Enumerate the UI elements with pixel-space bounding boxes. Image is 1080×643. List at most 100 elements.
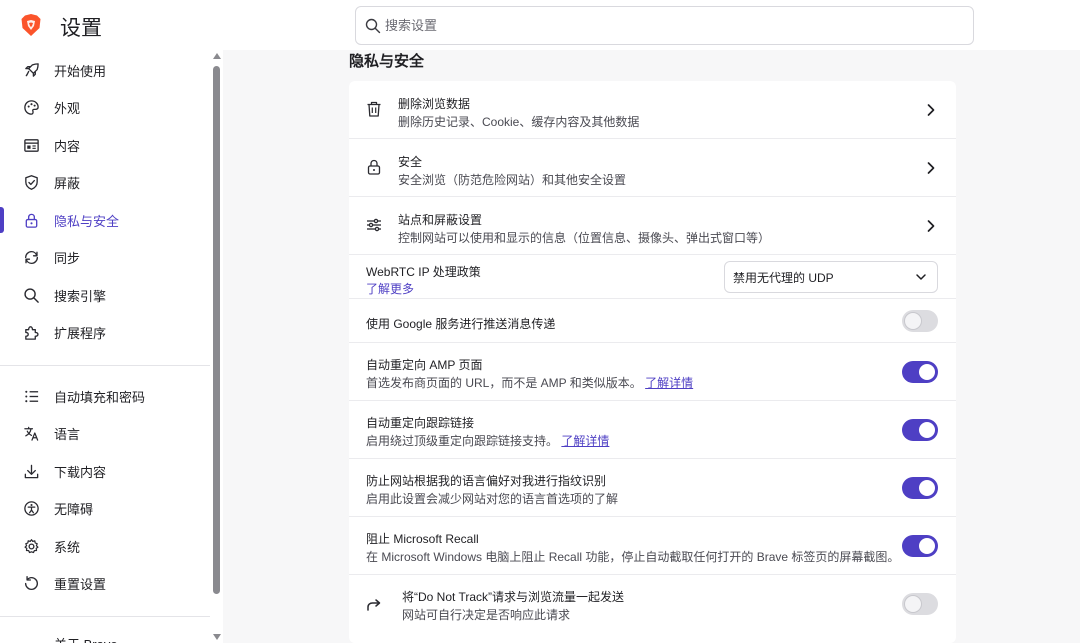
toggle-knob	[919, 364, 935, 380]
clear-browsing-data-row[interactable]: 删除浏览数据 删除历史记录、Cookie、缓存内容及其他数据	[349, 81, 956, 139]
webrtc-policy-select[interactable]: 禁用无代理的 UDP	[724, 261, 938, 293]
sidebar-scrollbar[interactable]	[210, 50, 223, 643]
row-title: 安全	[398, 155, 423, 169]
sidebar-item-label: 自动填充和密码	[54, 389, 146, 405]
toggle-knob	[919, 422, 935, 438]
sync-icon	[22, 248, 40, 266]
toggle-knob	[905, 596, 921, 612]
row-subtitle: 控制网站可以使用和显示的信息（位置信息、摄像头、弹出式窗口等）	[398, 231, 771, 245]
row-subtitle: 删除历史记录、Cookie、缓存内容及其他数据	[398, 115, 640, 129]
app-title: 设置	[60, 17, 102, 40]
do-not-track-row: 将“Do Not Track”请求与浏览流量一起发送 网站可自行决定是否响应此请…	[349, 575, 956, 633]
sidebar-item-label: 关于 Brave	[54, 634, 118, 643]
scroll-up-arrow-icon[interactable]	[213, 53, 221, 59]
sidebar-item-reset[interactable]: 重置设置	[0, 566, 210, 600]
sidebar-item-sync[interactable]: 同步	[0, 240, 210, 274]
row-subtitle: 安全浏览（防范危险网站）和其他安全设置	[398, 173, 627, 187]
tracking-redirect-toggle[interactable]	[902, 419, 938, 441]
search-icon	[365, 18, 381, 33]
row-subtitle: 启用绕过顶级重定向跟踪链接支持。 了解详情	[366, 432, 609, 449]
row-subtitle: 在 Microsoft Windows 电脑上阻止 Recall 功能，停止自动…	[366, 550, 900, 564]
translate-icon	[22, 424, 40, 442]
row-title: 防止网站根据我的语言偏好对我进行指纹识别	[366, 474, 607, 488]
sidebar-item-label: 隐私与安全	[54, 213, 120, 229]
sidebar-item-autofill[interactable]: 自动填充和密码	[0, 379, 210, 413]
lock-icon	[22, 211, 40, 229]
language-fingerprint-toggle[interactable]	[902, 477, 938, 499]
sidebar-item-accessibility[interactable]: 无障碍	[0, 491, 210, 525]
amp-redirect-toggle[interactable]	[902, 361, 938, 383]
sidebar-item-about[interactable]: 关于 Brave	[0, 626, 210, 643]
row-subtitle-text: 首选发布商页面的 URL，而不是 AMP 和类似版本。	[366, 376, 642, 390]
scroll-thumb[interactable]	[213, 66, 220, 594]
scroll-down-arrow-icon[interactable]	[213, 634, 221, 640]
row-subtitle: 启用此设置会减少网站对您的语言首选项的了解	[366, 492, 619, 506]
microsoft-recall-toggle[interactable]	[902, 535, 938, 557]
sidebar-item-get-started[interactable]: 开始使用	[0, 53, 210, 87]
search-input[interactable]	[385, 18, 945, 33]
row-subtitle: 网站可自行决定是否响应此请求	[402, 608, 571, 622]
google-push-messaging-toggle[interactable]	[902, 310, 938, 332]
microsoft-recall-row: 阻止 Microsoft Recall 在 Microsoft Windows …	[349, 517, 956, 575]
share-arrow-icon	[365, 596, 385, 616]
sidebar-item-label: 搜索引擎	[54, 288, 107, 304]
sidebar-item-label: 无障碍	[54, 501, 94, 517]
row-subtitle: 首选发布商页面的 URL，而不是 AMP 和类似版本。 了解详情	[366, 374, 693, 391]
learn-details-link[interactable]: 了解详情	[645, 376, 693, 390]
select-value: 禁用无代理的 UDP	[733, 270, 834, 285]
sidebar-item-privacy[interactable]: 隐私与安全	[0, 203, 210, 237]
row-title: 将“Do Not Track”请求与浏览流量一起发送	[402, 590, 625, 604]
sliders-icon	[365, 216, 385, 236]
chevron-right-icon	[927, 162, 935, 174]
accessibility-icon	[22, 499, 40, 517]
sidebar-divider	[0, 616, 210, 617]
do-not-track-toggle[interactable]	[902, 593, 938, 615]
amp-redirect-row: 自动重定向 AMP 页面 首选发布商页面的 URL，而不是 AMP 和类似版本。…	[349, 343, 956, 401]
row-title: 使用 Google 服务进行推送消息传递	[366, 317, 556, 331]
google-push-messaging-row: 使用 Google 服务进行推送消息传递	[349, 299, 956, 343]
toggle-knob	[919, 538, 935, 554]
puzzle-icon	[22, 323, 40, 341]
sidebar-item-label: 开始使用	[54, 63, 107, 79]
list-icon	[22, 387, 40, 405]
sidebar-item-languages[interactable]: 语言	[0, 416, 210, 450]
site-settings-row[interactable]: 站点和屏蔽设置 控制网站可以使用和显示的信息（位置信息、摄像头、弹出式窗口等）	[349, 197, 956, 255]
row-title: 自动重定向跟踪链接	[366, 416, 475, 430]
sidebar-item-label: 外观	[54, 100, 81, 116]
sidebar-item-label: 同步	[54, 250, 81, 266]
sidebar-item-search-engine[interactable]: 搜索引擎	[0, 278, 210, 312]
sidebar-item-label: 屏蔽	[54, 175, 81, 191]
row-title: 删除浏览数据	[398, 97, 471, 111]
search-icon	[22, 286, 40, 304]
sidebar-item-shields[interactable]: 屏蔽	[0, 165, 210, 199]
language-fingerprint-row: 防止网站根据我的语言偏好对我进行指纹识别 启用此设置会减少网站对您的语言首选项的…	[349, 459, 956, 517]
learn-more-link[interactable]: 了解更多	[366, 280, 414, 297]
trash-icon	[365, 100, 385, 120]
palette-icon	[22, 98, 40, 116]
row-subtitle-text: 启用绕过顶级重定向跟踪链接支持。	[366, 434, 559, 448]
shield-icon	[22, 173, 40, 191]
chevron-right-icon	[927, 104, 935, 116]
row-title: 站点和屏蔽设置	[398, 213, 483, 227]
content-icon	[22, 136, 40, 154]
sidebar-item-label: 语言	[54, 426, 81, 442]
chevron-right-icon	[927, 220, 935, 232]
sidebar-divider	[0, 365, 210, 366]
download-icon	[22, 462, 40, 480]
toggle-knob	[905, 313, 921, 329]
section-title: 隐私与安全	[349, 53, 425, 70]
sidebar-item-content[interactable]: 内容	[0, 128, 210, 162]
brave-logo-icon	[20, 13, 42, 37]
learn-details-link[interactable]: 了解详情	[561, 434, 609, 448]
sidebar-item-downloads[interactable]: 下载内容	[0, 454, 210, 488]
sidebar-nav: 开始使用 外观 内容 屏蔽 隐私与安全 同步 搜索引擎 扩展程序 自动填充和密码…	[0, 50, 210, 643]
sidebar-item-extensions[interactable]: 扩展程序	[0, 315, 210, 349]
toggle-knob	[919, 480, 935, 496]
privacy-settings-card: 删除浏览数据 删除历史记录、Cookie、缓存内容及其他数据 安全 安全浏览（防…	[349, 81, 956, 643]
reset-icon	[22, 574, 40, 592]
sidebar-item-appearance[interactable]: 外观	[0, 90, 210, 124]
sidebar-item-label: 系统	[54, 539, 81, 555]
search-box[interactable]	[355, 6, 974, 45]
sidebar-item-system[interactable]: 系统	[0, 529, 210, 563]
security-row[interactable]: 安全 安全浏览（防范危险网站）和其他安全设置	[349, 139, 956, 197]
